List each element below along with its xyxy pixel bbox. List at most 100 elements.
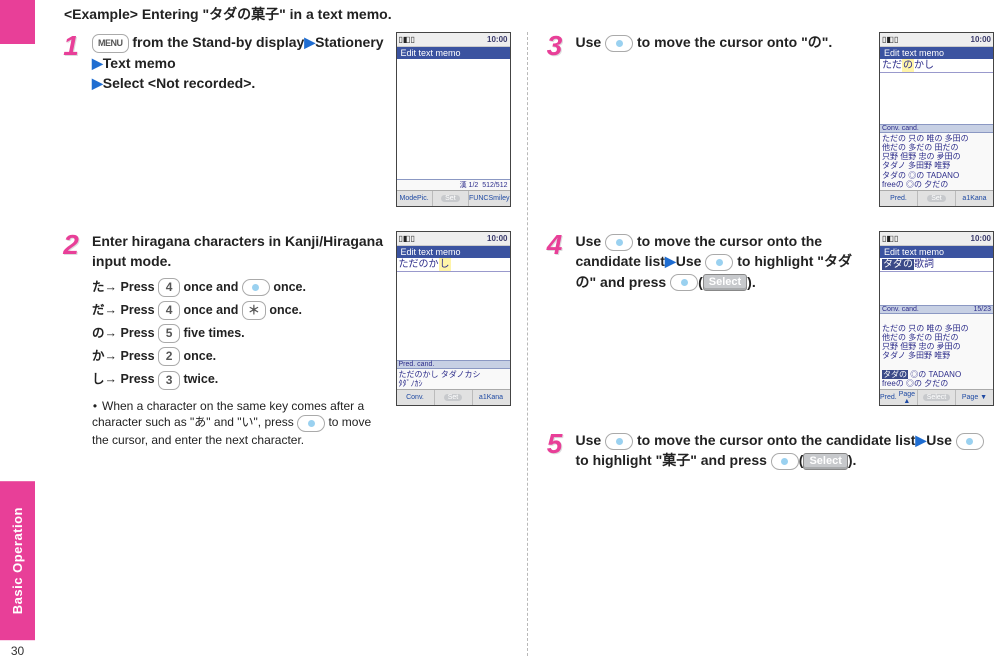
number-key: 3 [158, 371, 180, 390]
phone4-conv-count: 15/23 [973, 306, 991, 313]
row-jp: か→ [92, 349, 117, 363]
step-number: 5 [544, 430, 566, 471]
row-t1: Press [121, 349, 159, 363]
step5-t3: Use [926, 432, 956, 448]
row-t3: once. [270, 280, 306, 294]
phone1-time: 10:00 [487, 35, 507, 44]
row-jp: の→ [92, 326, 117, 340]
phone4-softkey: Page ▼ [956, 390, 993, 405]
dpad-key-icon [705, 254, 733, 271]
step1-line2: Stationery [315, 34, 383, 50]
phone-mock-2: ▯◧▯10:00 Edit text memo ただのかし Pred. cand… [396, 231, 511, 406]
step5-t2: to move the cursor onto the candidate li… [633, 432, 915, 448]
phone4-conv-hl: タダの [882, 370, 908, 379]
phone3-softkey: Set [918, 191, 956, 206]
step3-t2: to move the cursor onto "の". [633, 34, 832, 50]
row-t2: once and [180, 303, 242, 317]
row-t2: once and [180, 280, 242, 294]
number-key: 4 [158, 301, 180, 320]
phone4-softkey: Pred.Page ▲ [880, 390, 918, 405]
phone3-in-pre: ただ [882, 60, 902, 71]
phone4-in-post: 歌詞 [914, 259, 934, 270]
phone3-in-hl: の [902, 59, 914, 72]
step3-t1: Use [576, 34, 606, 50]
number-key: 4 [158, 278, 180, 297]
step-number: 1 [60, 32, 82, 207]
step-4: 4 Use to move the cursor onto the candid… [544, 231, 995, 406]
phone2-softkey: Set [435, 390, 473, 405]
step-1: 1 MENU from the Stand-by display▶Station… [60, 32, 511, 207]
phone1-softkey: FUNCSmiley [469, 191, 509, 206]
number-key: 2 [158, 347, 180, 366]
step-3: 3 Use to move the cursor onto "の". ▯◧▯10… [544, 32, 995, 207]
triangle-icon: ▶ [92, 75, 103, 91]
phone-mock-1: ▯◧▯10:00 Edit text memo 漢 1/2 512/512 Mo… [396, 32, 511, 207]
step1-line1: from the Stand-by display [129, 34, 305, 50]
number-key: 5 [158, 324, 180, 343]
phone3-softkey: a1Kana [956, 191, 993, 206]
step5-t1: Use [576, 432, 606, 448]
phone2-time: 10:00 [487, 234, 507, 243]
row-t2: five times. [180, 326, 245, 340]
phone2-title: Edit text memo [397, 246, 510, 258]
phone2-softkey: Conv. [397, 390, 435, 405]
phone1-softkey: Set [433, 191, 469, 206]
phone3-conv-title: Conv. cand. [880, 124, 993, 133]
example-heading: <Example> Entering "タダの菓子" in a text mem… [64, 4, 994, 24]
center-key-icon [771, 453, 799, 470]
dpad-key-icon [605, 35, 633, 52]
row-t1: Press [121, 280, 159, 294]
step2-title: Enter hiragana characters in Kanji/Hirag… [92, 231, 386, 272]
step-2: 2 Enter hiragana characters in Kanji/Hir… [60, 231, 511, 449]
phone4-time: 10:00 [971, 234, 991, 243]
step2-row: し→ Press 3 twice. [92, 370, 386, 389]
center-key-icon [670, 274, 698, 291]
step5-t6: ). [848, 452, 857, 468]
phone2-input-cursor: し [439, 258, 451, 271]
row-jp: た→ [92, 280, 117, 294]
phone3-title: Edit text memo [880, 47, 993, 59]
menu-key: MENU [92, 34, 129, 53]
column-divider [527, 32, 528, 656]
right-column: 3 Use to move the cursor onto "の". ▯◧▯10… [544, 32, 995, 656]
select-softkey: Select [803, 453, 847, 470]
step-number: 2 [60, 231, 82, 449]
step2-row: だ→ Press 4 once and ＊ once. [92, 301, 386, 320]
step-5: 5 Use to move the cursor onto the candid… [544, 430, 995, 471]
step-number: 3 [544, 32, 566, 207]
step5-t4: to highlight "菓子" and press [576, 452, 771, 468]
triangle-icon: ▶ [92, 55, 103, 71]
step1-line4: Select <Not recorded>. [103, 75, 256, 91]
phone-mock-4: ▯◧▯10:00 Edit text memo タダの歌詞 Conv. cand… [879, 231, 994, 406]
step-number: 4 [544, 231, 566, 406]
step4-t1: Use [576, 233, 606, 249]
row-jp: し→ [92, 372, 117, 386]
step4-t3: Use [676, 253, 706, 269]
dpad-key-icon [605, 234, 633, 251]
phone3-softkey: Pred. [880, 191, 918, 206]
dpad-key-icon [297, 415, 325, 432]
left-column: 1 MENU from the Stand-by display▶Station… [60, 32, 511, 656]
bullet-icon: • [92, 398, 98, 415]
step2-row: か→ Press 2 once. [92, 347, 386, 366]
phone4-conv-pre: ただの 只の 唯の 多田の 他だの 多だの 田だの 只野 但野 忠の 夛田の タ… [882, 324, 969, 361]
phone1-title: Edit text memo [397, 47, 510, 59]
row-t2: once. [180, 349, 216, 363]
phone-mock-3: ▯◧▯10:00 Edit text memo ただのかし Conv. cand… [879, 32, 994, 207]
section-tab: Basic Operation [0, 481, 35, 640]
phone4-in-hl: タダの [882, 259, 914, 270]
triangle-icon: ▶ [665, 253, 676, 269]
triangle-icon: ▶ [304, 34, 315, 50]
step2-row: の→ Press 5 five times. [92, 324, 386, 343]
phone2-pred-title: Pred. cand. [397, 360, 510, 369]
page-number: 30 [0, 640, 35, 662]
phone2-softkey: a1Kana [473, 390, 510, 405]
dpad-key-icon [956, 433, 984, 450]
phone4-conv-title: Conv. cand. [882, 306, 919, 313]
phone2-pred: ただのかし タダノカシ ﾀﾀﾞﾉｶｼ [397, 369, 510, 389]
phone1-softkey: ModePic. [397, 191, 433, 206]
step4-t6: ). [747, 274, 756, 290]
phone4-softkey: Select [918, 390, 956, 405]
dpad-key-icon [605, 433, 633, 450]
row-t3: once. [266, 303, 302, 317]
